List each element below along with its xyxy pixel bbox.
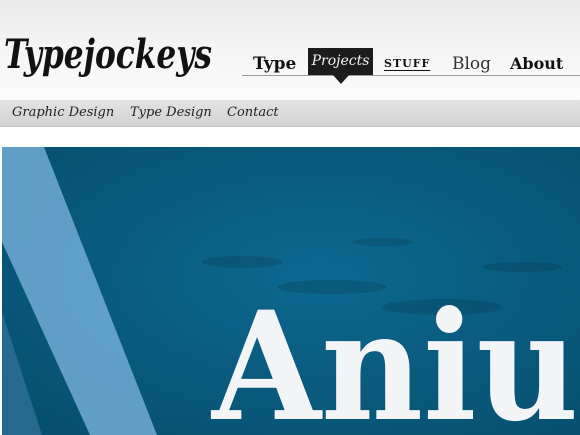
nav-item-stuff[interactable]: STUFF [384, 53, 430, 75]
nav-item-projects-label: Projects [311, 53, 370, 69]
subnav-item-contact[interactable]: Contact [227, 103, 279, 123]
nav-item-blog[interactable]: Blog [452, 53, 491, 75]
site-logo[interactable]: Typejockeys [2, 18, 217, 92]
hero-banner[interactable]: Aniul [2, 147, 580, 435]
active-tab-pointer [333, 75, 349, 84]
nav-item-about[interactable]: About [510, 53, 563, 75]
nav-item-projects[interactable]: Projects [308, 48, 373, 75]
subnav-item-graphic-design[interactable]: Graphic Design [12, 103, 114, 123]
subnav-item-type-design[interactable]: Type Design [130, 103, 212, 123]
logo-text: Typejockeys [4, 31, 212, 78]
nav-divider [242, 75, 580, 76]
logo-wordmark: Typejockeys [4, 31, 212, 78]
nav-item-type[interactable]: Type [253, 53, 296, 75]
hero-artwork: Aniul [2, 147, 580, 435]
hero-headline: Aniul [210, 279, 580, 435]
